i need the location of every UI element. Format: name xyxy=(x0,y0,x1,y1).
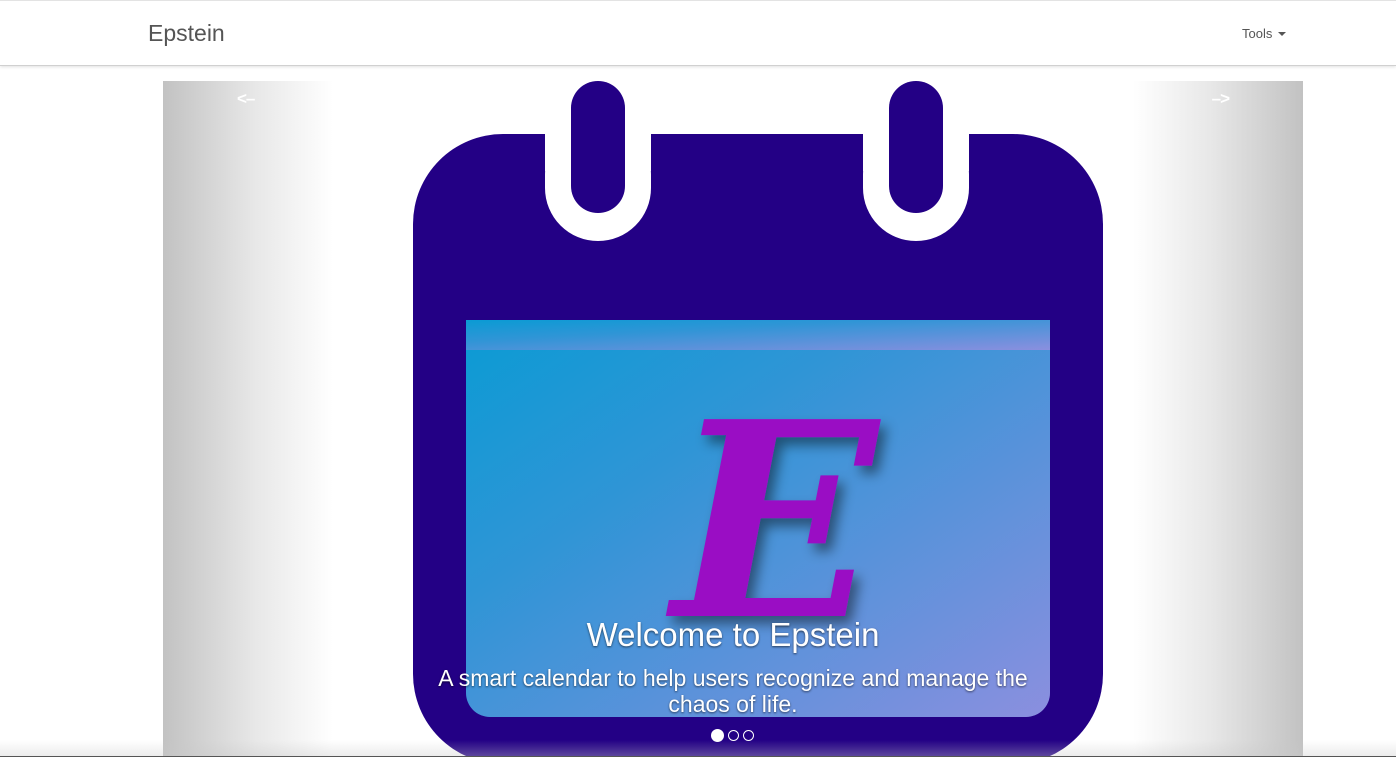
tools-label: Tools xyxy=(1242,26,1273,41)
chevron-down-icon xyxy=(1278,32,1287,36)
carousel-prev-control[interactable]: <– xyxy=(163,81,333,757)
navbar: Epstein Tools xyxy=(0,0,1396,66)
page-bottom-edge xyxy=(0,740,1396,757)
arrow-right-icon: –> xyxy=(1211,89,1230,108)
brand-link[interactable]: Epstein xyxy=(148,20,225,47)
hero-carousel: E <– –> Welcome to Epstein A smart calen… xyxy=(163,81,1303,757)
slide-caption: Welcome to Epstein A smart calendar to h… xyxy=(413,615,1053,717)
slide-title: Welcome to Epstein xyxy=(586,616,880,653)
slide-subtitle: A smart calendar to help users recognize… xyxy=(438,665,1028,717)
carousel-next-control[interactable]: –> xyxy=(1133,81,1303,757)
arrow-left-icon: <– xyxy=(237,89,255,108)
tools-dropdown[interactable]: Tools xyxy=(1242,26,1287,41)
